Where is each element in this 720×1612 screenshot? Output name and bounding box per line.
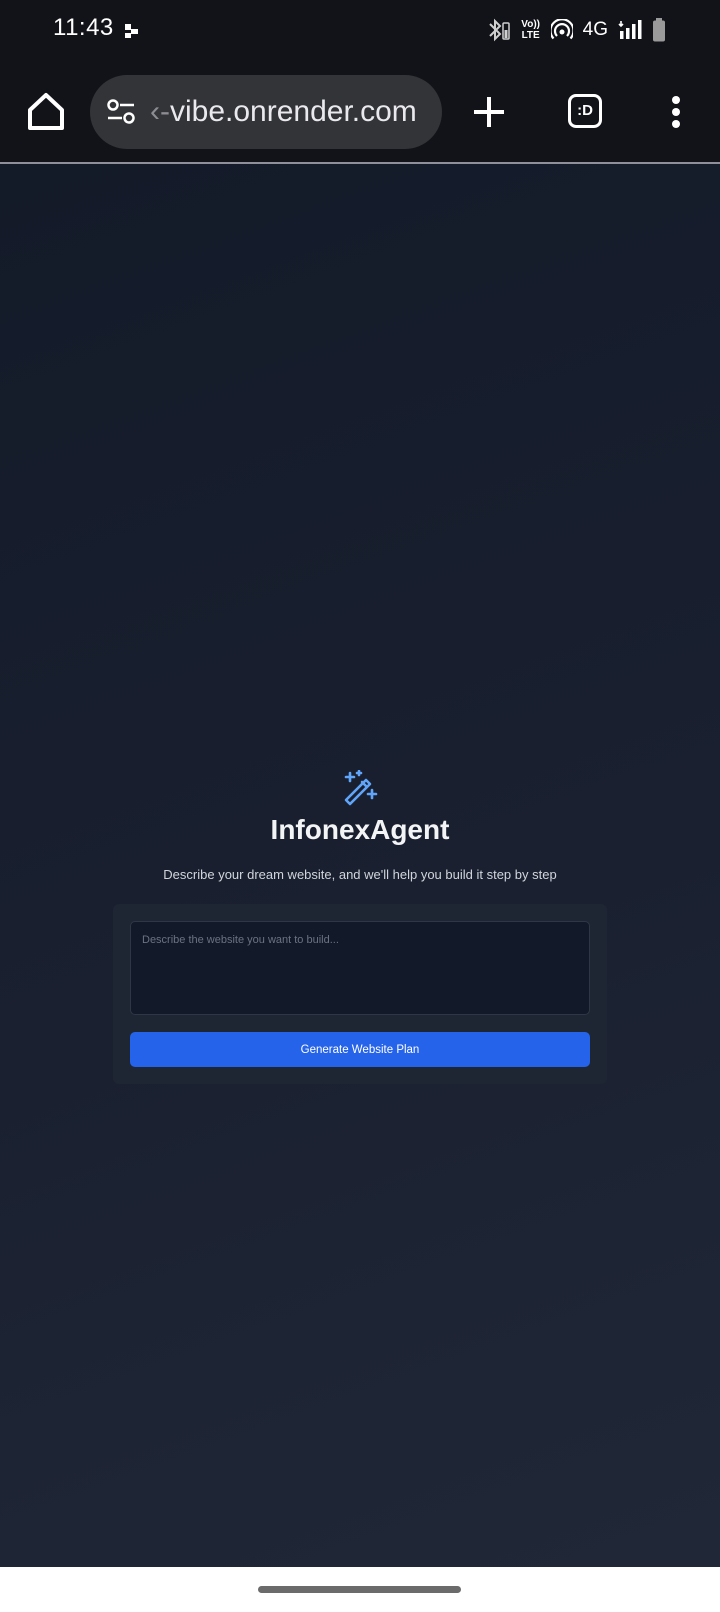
website-description-input[interactable] [130, 921, 590, 1015]
url-text[interactable]: ‹-vibe.onrender.com [150, 75, 417, 149]
battery-icon [653, 18, 665, 42]
status-bar: 11:43 Vo)) LTE 4G [0, 0, 720, 58]
page-title: InfonexAgent [270, 814, 450, 845]
tab-switcher-button[interactable]: :D [568, 94, 602, 128]
volte-bottom: LTE [521, 30, 540, 41]
hotspot-icon [550, 19, 573, 40]
status-icons: Vo)) LTE 4G [487, 16, 666, 44]
page-subtitle: Describe your dream website, and we'll h… [163, 867, 557, 882]
navigation-bar [0, 1567, 720, 1612]
plus-icon[interactable] [472, 95, 506, 129]
bluetooth-icon [488, 18, 510, 42]
generate-website-plan-button[interactable]: Generate Website Plan [130, 1032, 590, 1067]
url-domain: vibe.onrender.com [169, 95, 417, 128]
notification-dots-icon [125, 24, 138, 38]
site-settings-icon[interactable] [106, 97, 136, 127]
web-content: InfonexAgent Describe your dream website… [0, 164, 720, 1567]
prompt-card: Generate Website Plan [113, 904, 607, 1084]
gesture-handle[interactable] [258, 1586, 461, 1593]
phone-screen: 11:43 Vo)) LTE 4G ‹-vibe.onrender.com:D… [0, 0, 720, 1612]
signal-icon [618, 20, 642, 39]
status-time: 11:43 [53, 14, 114, 41]
more-vert-icon[interactable] [662, 94, 690, 130]
network-type: 4G [582, 19, 608, 40]
volte-top: Vo)) [521, 19, 540, 30]
magic-wand-icon [344, 770, 378, 806]
volte-icon: Vo)) LTE [521, 19, 541, 41]
url-fade: ‹- [150, 95, 170, 128]
home-icon[interactable] [24, 90, 68, 134]
address-bar[interactable]: ‹-vibe.onrender.com [90, 75, 442, 149]
browser-toolbar: ‹-vibe.onrender.com :D [0, 58, 720, 164]
